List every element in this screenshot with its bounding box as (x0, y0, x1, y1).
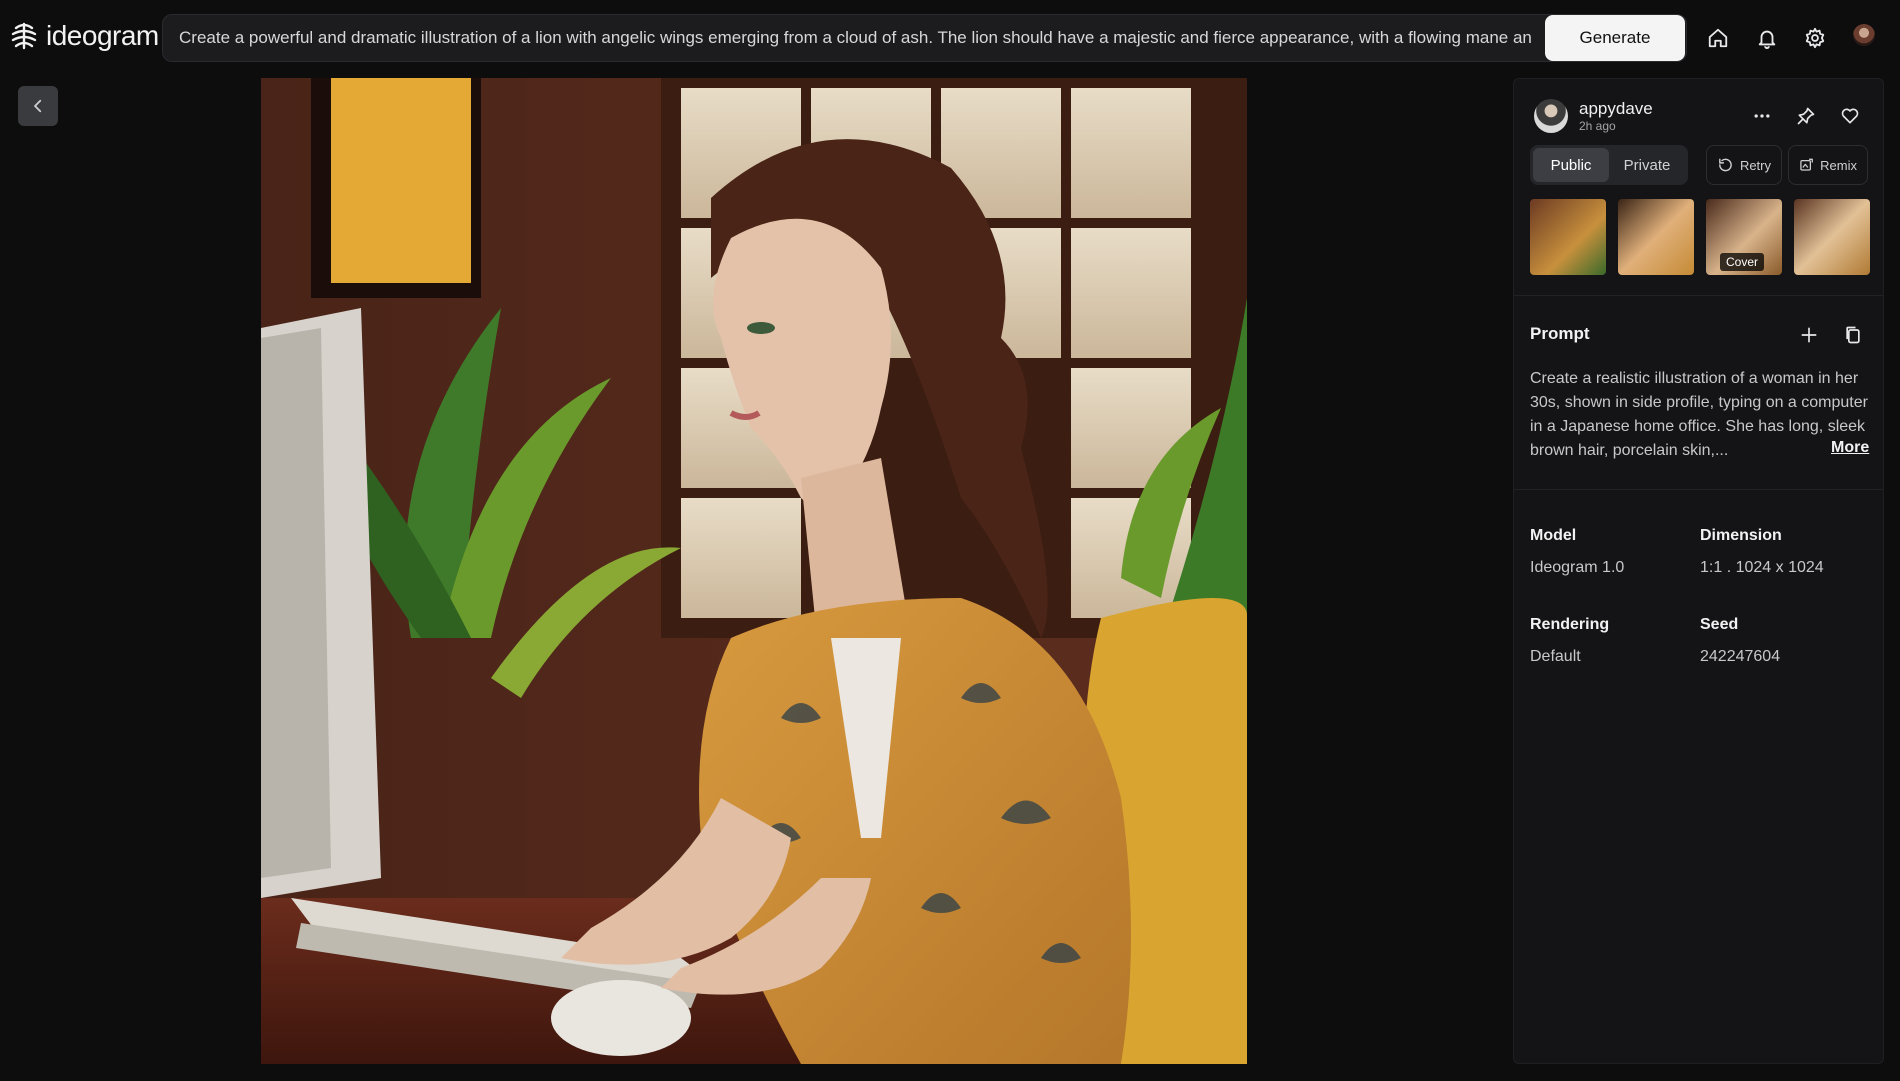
seed-label: Seed (1700, 616, 1739, 633)
model-value: Ideogram 1.0 (1530, 559, 1625, 576)
public-button[interactable]: Public (1533, 148, 1609, 182)
rendering-label: Rendering (1530, 616, 1610, 633)
thumbnail-3[interactable]: Cover (1706, 199, 1782, 275)
remix-icon (1800, 158, 1813, 171)
pin-icon[interactable] (1794, 104, 1818, 128)
generated-image-illustration (261, 78, 1247, 1064)
prompt-text: Create a realistic illustration of a wom… (1530, 370, 1868, 459)
seed-value: 242247604 (1700, 648, 1781, 665)
ideogram-logo-icon (11, 22, 37, 50)
remix-button[interactable]: Remix (1788, 145, 1868, 185)
model-label: Model (1530, 527, 1577, 544)
copy-icon[interactable] (1841, 323, 1865, 347)
back-button[interactable] (18, 86, 58, 126)
details-panel: appydave 2h ago Public Private Retry Rem… (1513, 78, 1884, 1064)
more-options-icon[interactable] (1750, 104, 1774, 128)
user-avatar[interactable] (1534, 99, 1568, 133)
prompt-bar: Generate (162, 14, 1687, 62)
thumbnail-4[interactable] (1794, 199, 1870, 275)
remix-label: Remix (1820, 157, 1857, 173)
logo[interactable]: ideogram (10, 20, 159, 52)
retry-button[interactable]: Retry (1706, 145, 1782, 185)
timestamp: 2h ago (1579, 119, 1616, 133)
rendering-value: Default (1530, 648, 1581, 665)
gear-icon[interactable] (1802, 25, 1828, 51)
retry-label: Retry (1739, 157, 1771, 173)
heart-icon[interactable] (1838, 104, 1862, 128)
username[interactable]: appydave (1579, 99, 1653, 119)
visibility-toggle: Public Private (1530, 145, 1688, 185)
prompt-input[interactable] (163, 15, 1545, 61)
logo-text: ideogram (46, 20, 159, 51)
generated-image[interactable] (261, 78, 1247, 1064)
private-button[interactable]: Private (1609, 148, 1685, 182)
home-icon[interactable] (1705, 25, 1731, 51)
cover-badge: Cover (1720, 253, 1765, 271)
prompt-heading: Prompt (1530, 324, 1590, 343)
divider (1514, 489, 1883, 490)
dimension-value: 1:1 . 1024 x 1024 (1700, 559, 1824, 576)
divider (1514, 295, 1883, 296)
user-avatar-top[interactable] (1853, 24, 1875, 46)
thumbnail-2[interactable] (1618, 199, 1694, 275)
chevron-left-icon (34, 99, 42, 113)
plus-icon[interactable] (1797, 323, 1821, 347)
generate-button[interactable]: Generate (1545, 15, 1685, 61)
bell-icon[interactable] (1754, 25, 1780, 51)
thumbnail-1[interactable] (1530, 199, 1606, 275)
more-link[interactable]: More (1831, 439, 1869, 457)
retry-icon (1719, 158, 1732, 172)
top-bar: ideogram Generate (0, 0, 1900, 76)
dimension-label: Dimension (1700, 527, 1782, 544)
